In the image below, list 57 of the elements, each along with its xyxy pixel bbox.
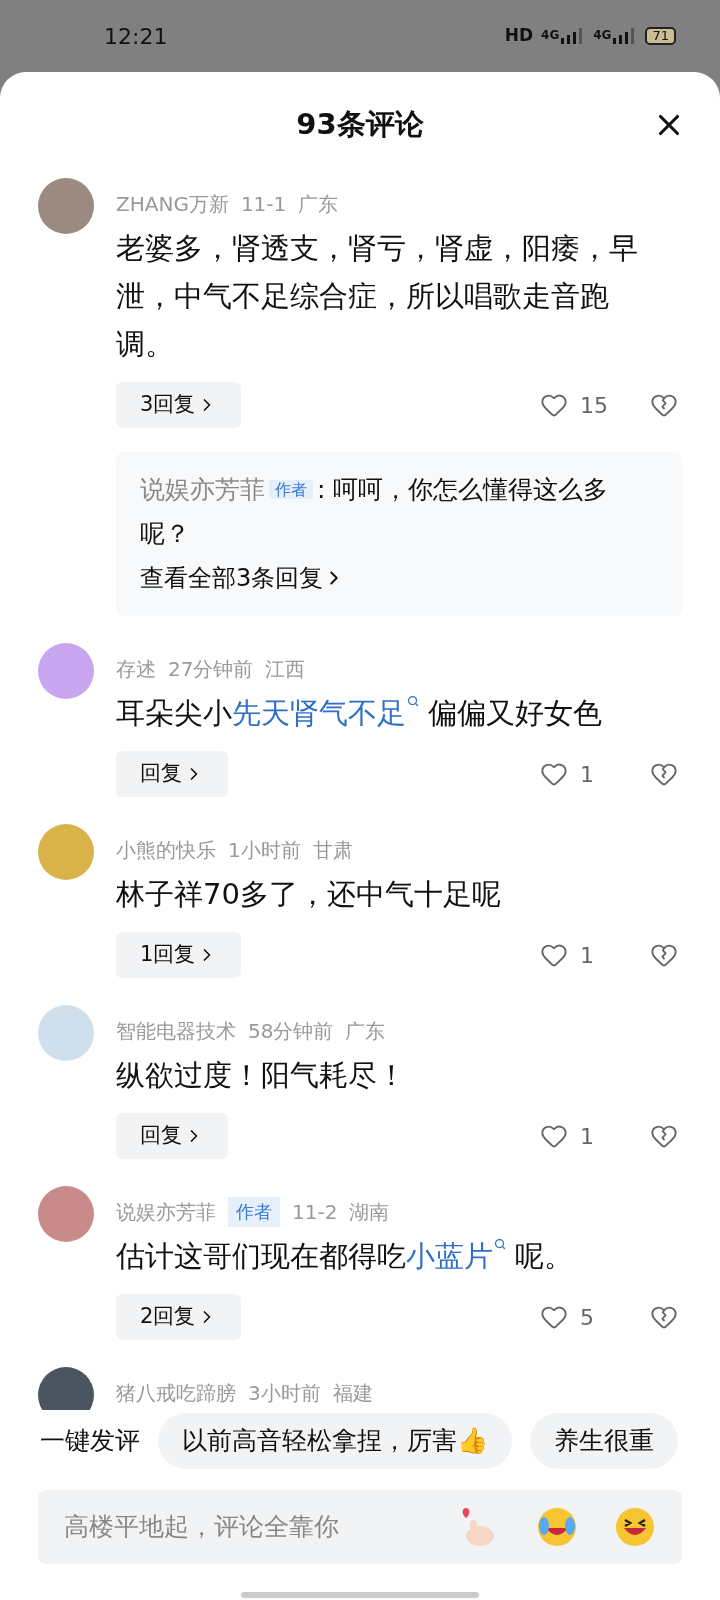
author-badge: 作者: [228, 1197, 280, 1227]
hd-indicator: HD: [504, 24, 534, 48]
status-time: 12:21: [104, 22, 168, 51]
comment-time: 1小时前: [228, 837, 301, 864]
comment-location: 江西: [265, 656, 306, 683]
comment-time: 58分钟前: [248, 1018, 334, 1045]
search-icon: [407, 695, 419, 707]
reply-button[interactable]: 回复: [116, 751, 228, 797]
comment-text: 老婆多，肾透支，肾亏，肾虚，阳痿，早泄，中气不足综合症，所以唱歌走音跑调。: [116, 230, 639, 363]
comment-time: 11-2: [292, 1199, 338, 1226]
like-count: 1: [580, 760, 594, 789]
username[interactable]: 智能电器技术: [116, 1016, 236, 1046]
like-count: 1: [580, 941, 594, 970]
network-type: 4G: [593, 27, 612, 44]
grinning-emoji-icon[interactable]: [614, 1506, 656, 1548]
comment-text: 纵欲过度！阳气耗尽！: [116, 1057, 407, 1094]
username[interactable]: 猪八戒吃蹄膀: [116, 1378, 236, 1408]
user-avatar[interactable]: [38, 178, 94, 234]
comment-text: 耳朵尖小先天肾气不足 偏偏又好女色: [116, 694, 604, 732]
like-count: 15: [580, 391, 608, 420]
username[interactable]: 存述: [116, 654, 156, 684]
quick-comment-label: 一键发评: [40, 1425, 140, 1458]
like-button[interactable]: 5: [540, 1300, 650, 1334]
reply-button[interactable]: 2回复: [116, 1294, 242, 1340]
laughing-emoji-icon[interactable]: [536, 1506, 578, 1548]
search-link[interactable]: 小蓝片: [406, 1239, 506, 1273]
comment-location: 甘肃: [312, 837, 353, 864]
sheet-title: 93条评论: [296, 106, 424, 144]
username[interactable]: 说娱亦芳菲: [116, 1197, 216, 1227]
comment-time: 27分钟前: [168, 656, 254, 683]
comment-location: 福建: [332, 1380, 373, 1407]
quick-comment-chip[interactable]: 以前高音轻松拿捏，厉害👍: [158, 1413, 512, 1469]
search-link[interactable]: 先天肾气不足: [232, 696, 419, 730]
reply-button[interactable]: 3回复: [116, 382, 242, 428]
reply-button[interactable]: 1回复: [116, 932, 242, 978]
view-all-replies-link[interactable]: 查看全部3条回复: [140, 556, 346, 600]
reply-button[interactable]: 回复: [116, 1113, 228, 1159]
like-button[interactable]: 1: [540, 938, 650, 972]
like-button[interactable]: 15: [540, 388, 650, 422]
like-button[interactable]: 1: [540, 1119, 650, 1153]
reply-text: 说娱亦芳菲 $^{作者}$ : 呵呵，你怎么懂得这么多呢？: [140, 474, 610, 550]
comment-location: 湖南: [349, 1199, 390, 1226]
like-count: 5: [580, 1303, 594, 1332]
battery-indicator: 71: [645, 27, 676, 45]
search-icon: [494, 1238, 506, 1250]
comment-location: 广东: [298, 191, 339, 218]
comment-time: 3小时前: [248, 1380, 321, 1407]
like-count: 1: [580, 1122, 594, 1151]
user-avatar[interactable]: [38, 1367, 94, 1410]
comment-location: 广东: [345, 1018, 386, 1045]
comment-text: 林子祥70多了，还中气十足呢: [116, 876, 502, 913]
quick-comment-chip[interactable]: 养生很重: [530, 1413, 678, 1469]
network-type: 4G: [541, 27, 560, 44]
like-button[interactable]: 1: [540, 757, 650, 791]
comment-text: 估计这哥们现在都得吃小蓝片 呢。: [116, 1237, 575, 1275]
comment-time: 11-1: [240, 191, 287, 218]
comment-input[interactable]: 高楼平地起，评论全靠你: [38, 1490, 682, 1564]
